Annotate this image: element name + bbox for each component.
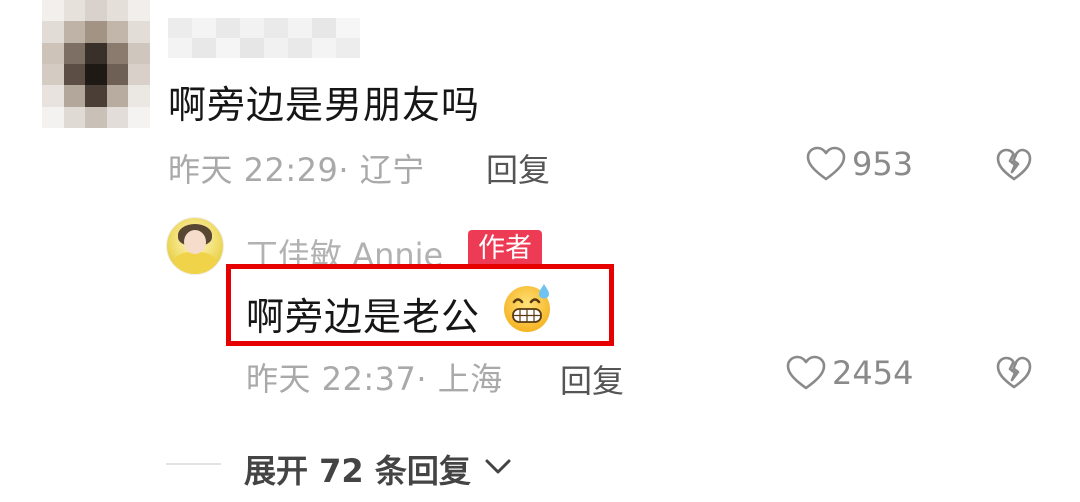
comment-text: 啊旁边是男朋友吗: [168, 83, 481, 127]
commenter-name-redacted: [168, 18, 360, 58]
expand-divider: [166, 463, 221, 465]
reply-reply-button[interactable]: 回复: [560, 356, 624, 402]
author-badge: 作者: [468, 230, 542, 268]
expand-replies-button[interactable]: 展开 72 条回复: [244, 446, 471, 492]
comment-reply-button[interactable]: 回复: [486, 145, 550, 191]
chevron-down-icon[interactable]: [484, 458, 512, 476]
reply-like-count: 2454: [832, 354, 914, 392]
broken-heart-icon[interactable]: [996, 148, 1032, 182]
heart-outline-icon[interactable]: [786, 355, 826, 391]
comment-meta: 昨天 22:29· 辽宁: [168, 151, 425, 189]
commenter-avatar[interactable]: [42, 0, 150, 128]
reply-meta: 昨天 22:37· 上海: [246, 360, 503, 398]
comment-like-count: 953: [852, 145, 914, 183]
author-avatar[interactable]: [166, 217, 224, 275]
broken-heart-icon[interactable]: [996, 356, 1032, 390]
grinning-sweat-emoji-icon: [500, 280, 554, 334]
reply-text: 啊旁边是老公: [246, 295, 481, 339]
heart-outline-icon[interactable]: [806, 146, 846, 182]
